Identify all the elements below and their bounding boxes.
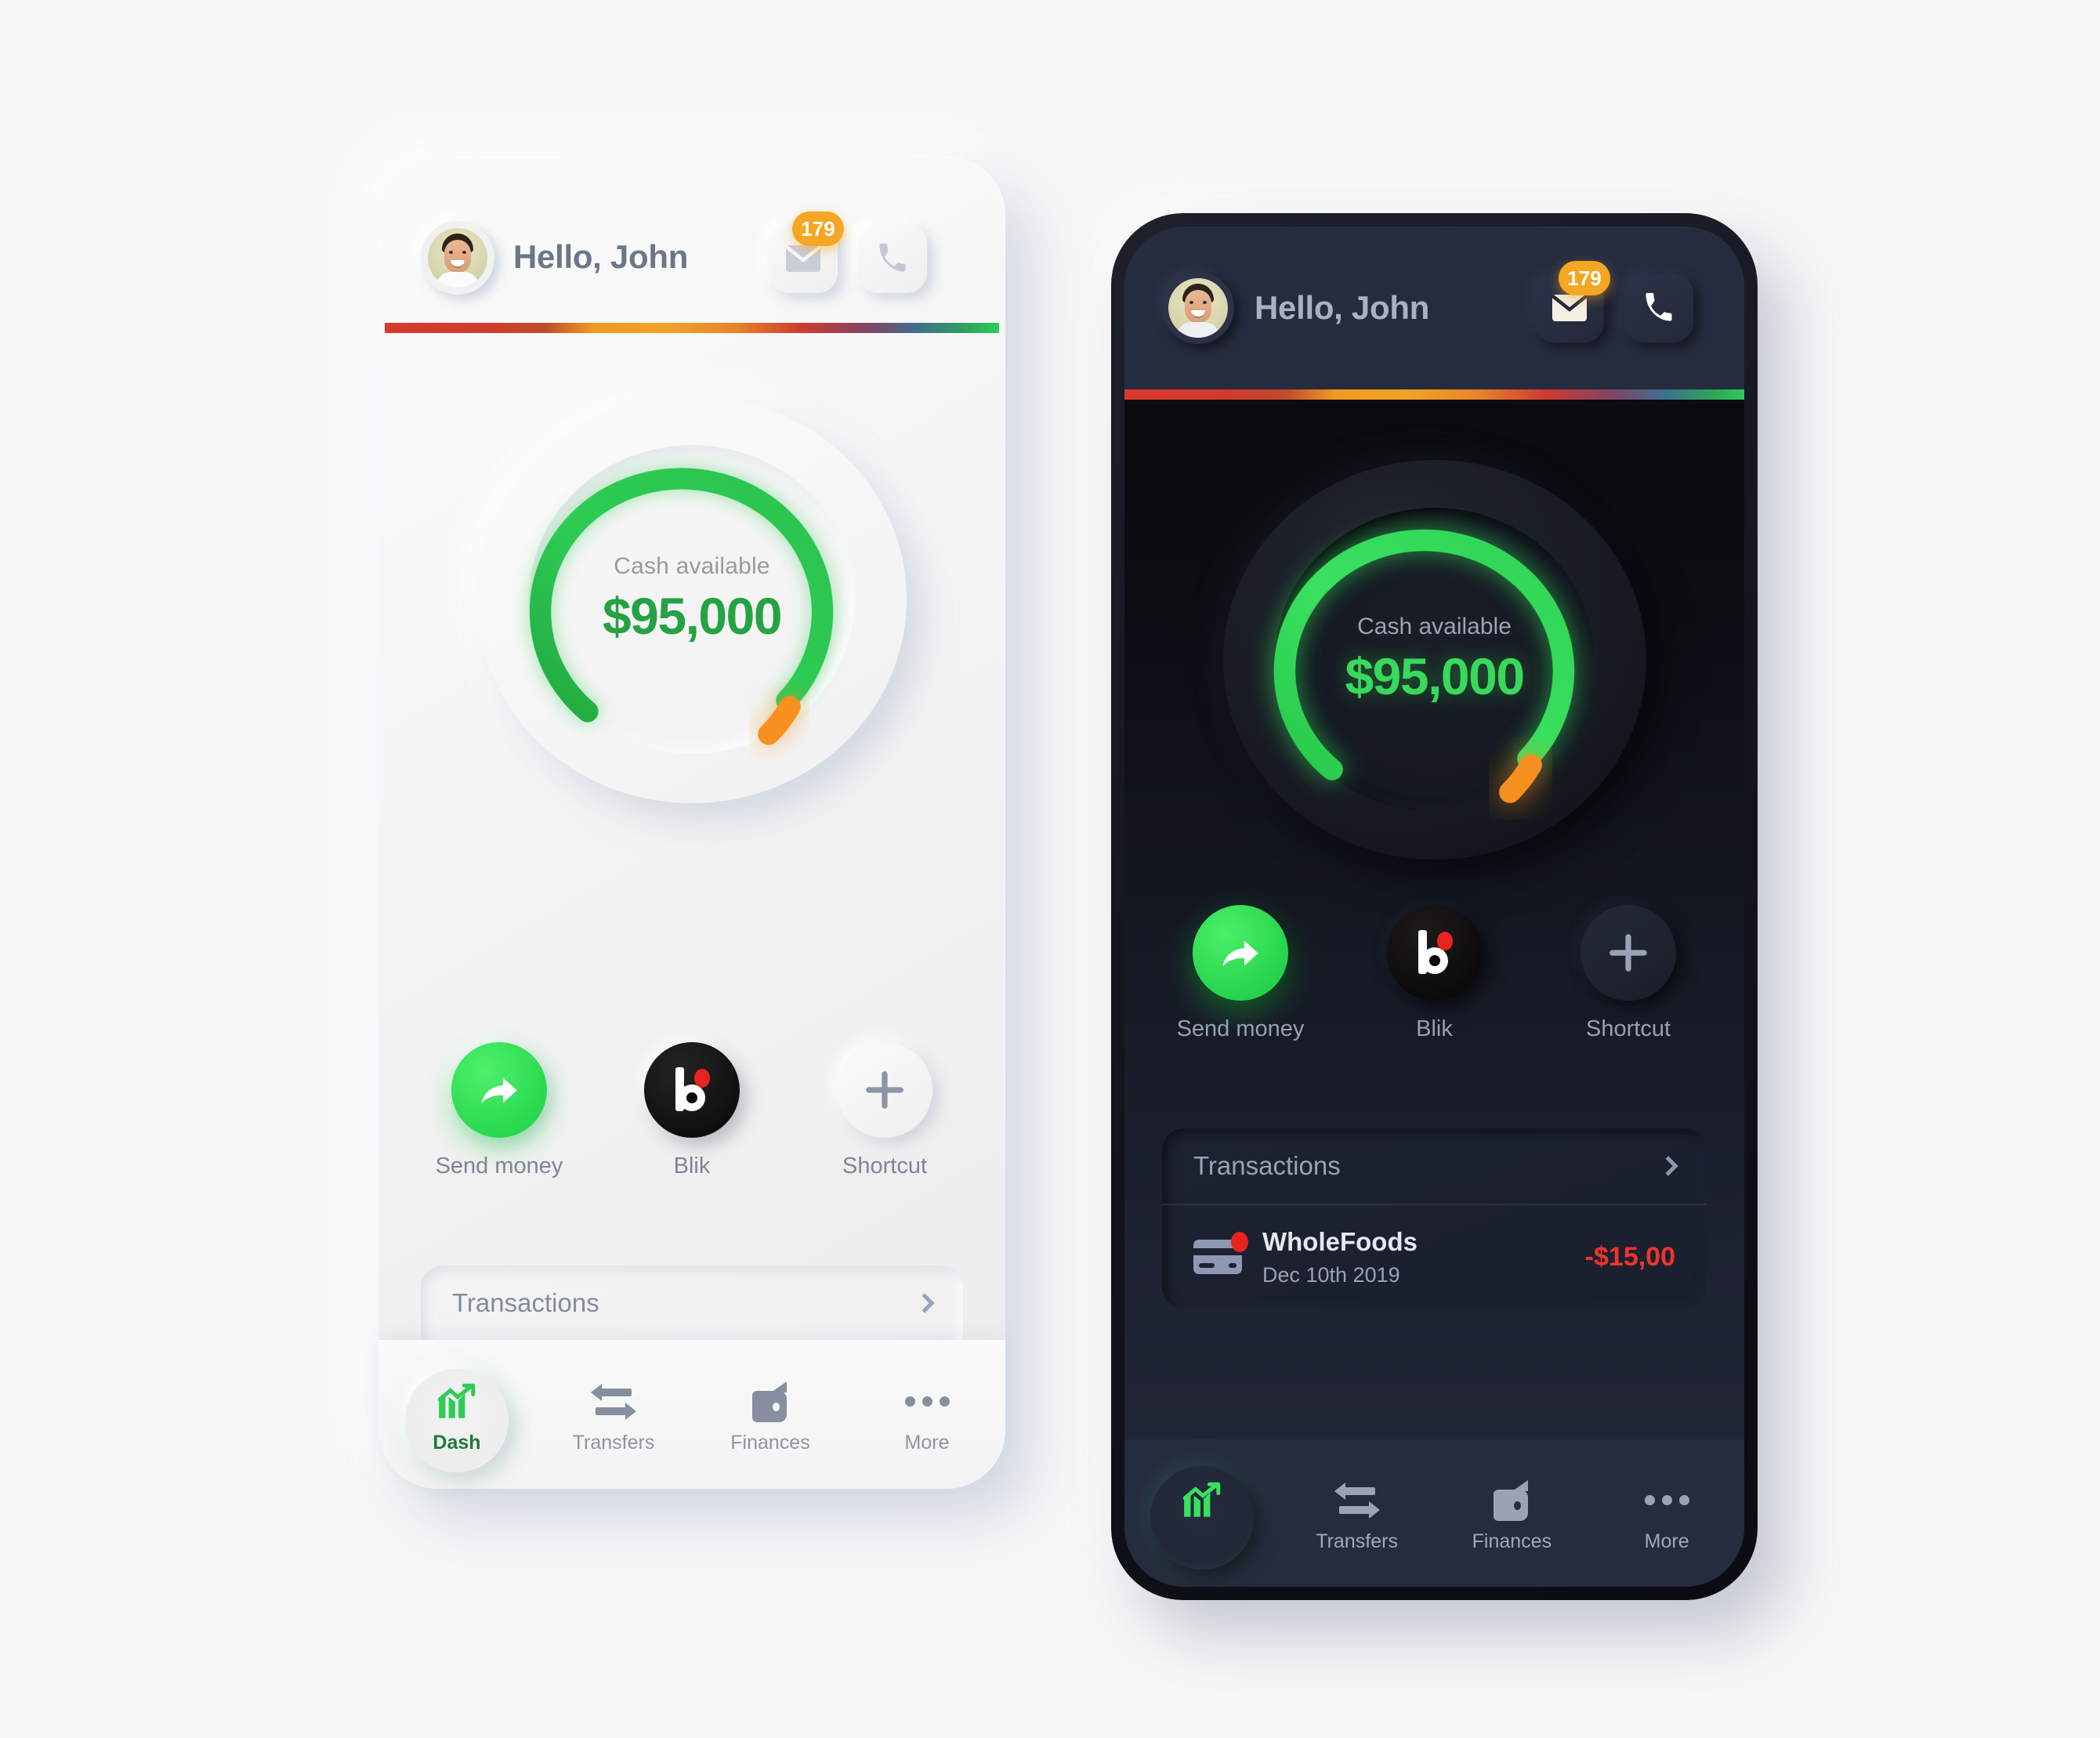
dark-body: Cash available $95,000 Send money Blik S… [1124, 400, 1744, 1587]
mail-badge: 179 [792, 212, 844, 246]
call-button[interactable] [858, 224, 927, 293]
nav-item-dash[interactable]: Dash [378, 1375, 535, 1454]
send-money-button[interactable] [1193, 905, 1288, 1001]
nav-label: Transfers [1316, 1530, 1398, 1552]
phone-icon [879, 243, 906, 272]
credit-card-icon [1193, 1232, 1248, 1274]
nav-label: More [904, 1431, 950, 1454]
chevron-right-icon[interactable] [1658, 1156, 1678, 1176]
light-theme-phone: Hello, John 179 Cash available $95,000 S… [378, 157, 1005, 1489]
user-avatar-photo [1168, 278, 1228, 338]
avatar[interactable] [1162, 272, 1234, 344]
nav-label: Dash [433, 1431, 481, 1454]
action-label: Blik [1416, 1016, 1453, 1041]
nav-label: Dash [1178, 1530, 1226, 1552]
action-shortcut[interactable]: Shortcut [806, 1042, 963, 1179]
mail-icon [1551, 295, 1588, 321]
mail-button[interactable]: 179 [1535, 261, 1610, 342]
phone-icon [1646, 292, 1672, 321]
quick-actions: Send money Blik Shortcut [1162, 905, 1707, 1042]
send-arrow-icon [1222, 940, 1258, 967]
transactions-title: Transactions [452, 1288, 599, 1317]
action-send-money[interactable]: Send money [421, 1042, 578, 1179]
alert-dot-icon [1231, 1232, 1248, 1252]
action-label: Shortcut [842, 1153, 927, 1179]
light-header: Hello, John 179 [378, 157, 1005, 333]
transfer-arrows-icon [535, 1380, 692, 1424]
send-arrow-icon [481, 1077, 517, 1104]
quick-actions: Send money Blik Shortcut [421, 1042, 963, 1179]
transaction-merchant: WholeFoods [1262, 1226, 1418, 1256]
nav-item-more[interactable]: More [1589, 1474, 1744, 1553]
gauge-readout: Cash available $95,000 [1211, 614, 1658, 706]
plus-icon [1609, 934, 1647, 972]
gauge-label: Cash available [614, 553, 770, 579]
nav-label: Finances [730, 1431, 810, 1454]
wallet-icon [692, 1380, 849, 1424]
shortcut-button[interactable] [1580, 905, 1676, 1001]
nav-label: Finances [1472, 1530, 1552, 1552]
transactions-card: Transactions WholeFoods Dec 10th 2019 -$… [1162, 1128, 1707, 1309]
nav-item-finances[interactable]: Finances [1435, 1474, 1590, 1553]
call-button[interactable] [1624, 273, 1693, 342]
gauge-value: $95,000 [602, 587, 783, 645]
page-title: Hello, John [513, 238, 689, 275]
wallet-icon [1435, 1479, 1590, 1523]
avatar[interactable] [421, 221, 494, 295]
action-blik[interactable]: Blik [614, 1042, 770, 1179]
nav-item-transfers[interactable]: Transfers [1280, 1474, 1435, 1553]
blik-logo-icon [671, 1067, 713, 1113]
ellipsis-icon [849, 1380, 1005, 1424]
nav-item-more[interactable]: More [849, 1375, 1005, 1454]
mail-icon [785, 245, 821, 272]
gauge-readout: Cash available $95,000 [469, 553, 915, 646]
user-avatar-photo [428, 228, 487, 288]
nav-item-finances[interactable]: Finances [692, 1375, 849, 1454]
bottom-navigation: Dash Transfers Finances More [378, 1340, 1005, 1489]
transaction-amount: -$15,00 [1584, 1241, 1675, 1272]
rainbow-divider [385, 323, 999, 333]
transactions-header[interactable]: Transactions [1162, 1128, 1707, 1205]
nav-label: More [1644, 1530, 1689, 1552]
blik-button[interactable] [644, 1042, 740, 1138]
rainbow-divider [1124, 389, 1744, 400]
cash-gauge: Cash available $95,000 [1211, 456, 1658, 864]
mail-badge: 179 [1559, 261, 1610, 295]
transfer-arrows-icon [1280, 1479, 1435, 1523]
table-row[interactable]: WholeFoods Dec 10th 2019 -$15,00 [1162, 1205, 1707, 1309]
dark-header: Hello, John 179 [1124, 226, 1744, 400]
chart-growth-icon [378, 1380, 535, 1424]
gauge-value: $95,000 [1345, 647, 1525, 705]
transactions-title: Transactions [1193, 1151, 1341, 1180]
gauge-label: Cash available [1357, 614, 1512, 639]
action-send-money[interactable]: Send money [1162, 905, 1319, 1042]
blik-logo-icon [1414, 930, 1456, 976]
plus-icon [866, 1071, 903, 1109]
nav-label: Transfers [572, 1431, 655, 1454]
chevron-right-icon[interactable] [914, 1293, 935, 1313]
action-label: Send money [435, 1153, 563, 1179]
bottom-navigation: Dash Transfers Finances More [1124, 1439, 1744, 1587]
action-shortcut[interactable]: Shortcut [1550, 905, 1707, 1042]
screenshot-stage: Hello, John 179 Cash available $95,000 S… [0, 0, 2100, 1738]
action-label: Shortcut [1586, 1016, 1671, 1041]
ellipsis-icon [1589, 1479, 1744, 1523]
page-title: Hello, John [1255, 289, 1430, 326]
transaction-date: Dec 10th 2019 [1262, 1262, 1400, 1287]
dark-screen: Hello, John 179 Cash available $95,000 S… [1124, 226, 1744, 1587]
dark-theme-phone: Hello, John 179 Cash available $95,000 S… [1111, 213, 1758, 1600]
mail-button[interactable]: 179 [769, 212, 844, 293]
blik-button[interactable] [1386, 905, 1483, 1001]
shortcut-button[interactable] [837, 1042, 932, 1138]
action-label: Blik [673, 1153, 711, 1179]
nav-item-dash[interactable]: Dash [1124, 1474, 1280, 1553]
transactions-header[interactable]: Transactions [421, 1265, 963, 1342]
send-money-button[interactable] [451, 1042, 547, 1138]
nav-item-transfers[interactable]: Transfers [535, 1375, 692, 1454]
cash-gauge: Cash available $95,000 [469, 392, 915, 807]
action-label: Send money [1176, 1016, 1305, 1041]
action-blik[interactable]: Blik [1356, 905, 1513, 1042]
chart-growth-icon [1124, 1479, 1280, 1523]
